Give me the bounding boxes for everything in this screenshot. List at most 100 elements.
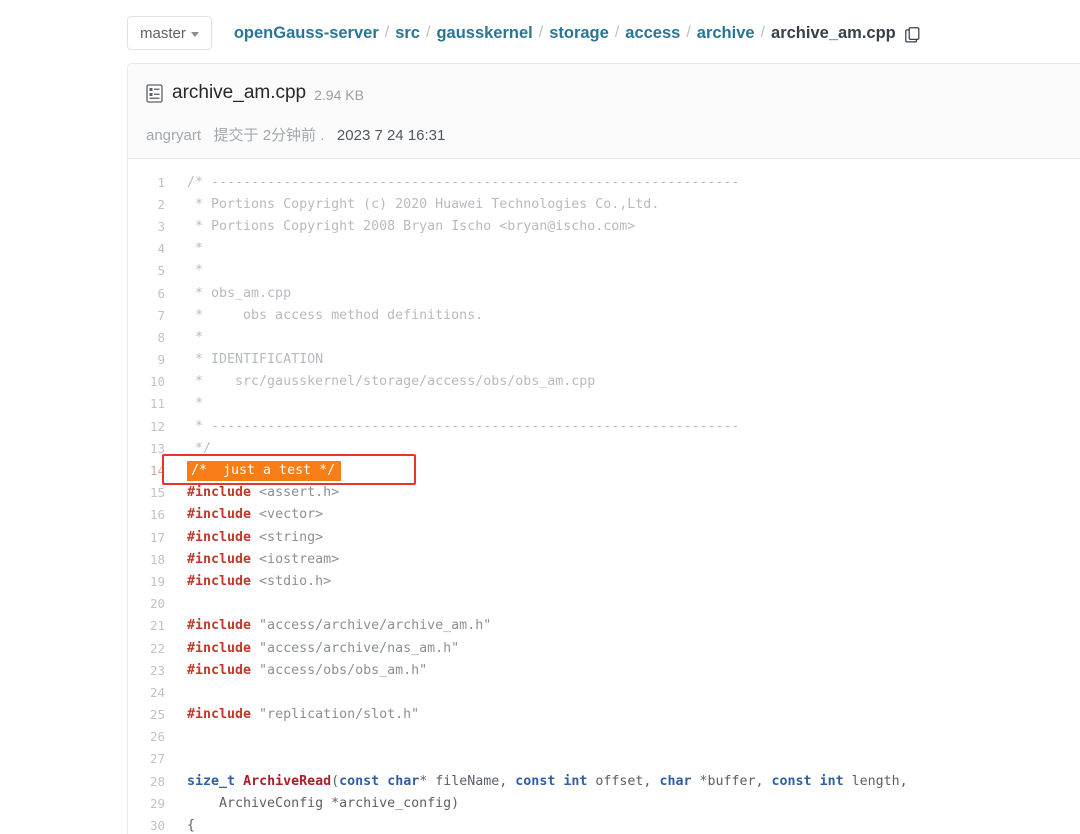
code-line: 13 */ [128, 437, 1080, 459]
line-number: 3 [157, 218, 165, 234]
branch-selector-button[interactable]: master [127, 16, 212, 50]
code-token: * Portions Copyright (c) 2020 Huawei Tec… [187, 196, 660, 212]
code-token: * [187, 329, 204, 345]
breadcrumb-path: openGauss-server / src / gausskernel / storage… [234, 24, 920, 43]
line-content: * [179, 330, 1080, 345]
line-content: * IDENTIFICATION [179, 352, 1080, 367]
code-line: 9 * IDENTIFICATION [128, 349, 1080, 371]
line-number: 18 [149, 551, 165, 567]
line-content: * Portions Copyright 2008 Bryan Ischo <b… [179, 219, 1080, 234]
breadcrumb-item-gausskernel[interactable]: gausskernel [436, 24, 532, 43]
file-size: 2.94 KB [314, 87, 364, 103]
code-token: const [339, 773, 380, 789]
code-line: 11 * [128, 393, 1080, 415]
code-token: const [515, 773, 556, 789]
line-number: 22 [149, 640, 165, 656]
breadcrumb-separator: / [538, 24, 544, 41]
line-number: 2 [157, 196, 165, 212]
line-number: 1 [157, 174, 165, 190]
line-number: 30 [149, 818, 165, 834]
code-token: "replication/slot.h" [251, 707, 420, 723]
line-content: /* -------------------------------------… [179, 175, 1080, 190]
breadcrumb-item-access[interactable]: access [625, 24, 680, 43]
line-content: #include "access/obs/obs_am.h" [179, 663, 1080, 678]
code-line: 17 #include <string> [128, 526, 1080, 548]
breadcrumb-item-archive[interactable]: archive [697, 24, 755, 43]
code-line: 5 * [128, 260, 1080, 282]
line-number: 28 [149, 773, 165, 789]
line-number: 17 [149, 529, 165, 545]
line-content: #include "replication/slot.h" [179, 707, 1080, 722]
code-line: 19 #include <stdio.h> [128, 570, 1080, 592]
line-content: #include <iostream> [179, 552, 1080, 567]
breadcrumb-item-archive-am-cpp: archive_am.cpp [771, 23, 896, 42]
breadcrumb-item-src[interactable]: src [395, 24, 420, 43]
commit-info: angryart 提交于 2分钟前 . 2023 7 24 16:31 [146, 124, 1080, 145]
code-line-highlighted: 14 /* just a test */ [128, 454, 1080, 486]
code-token: * Portions Copyright 2008 Bryan Ischo <b… [187, 218, 636, 234]
code-token: #include [187, 573, 252, 589]
code-token: * [187, 241, 204, 257]
line-content: * [179, 241, 1080, 256]
code-line: 4 * [128, 238, 1080, 260]
code-token: <string> [251, 529, 324, 545]
code-line: 1 /* ------------------------------------… [128, 171, 1080, 193]
file-document-icon [146, 83, 163, 103]
code-token: * [187, 396, 204, 412]
code-token: <iostream> [251, 551, 340, 567]
code-line: 24 [128, 681, 1080, 703]
code-token: "access/archive/archive_am.h" [251, 618, 492, 634]
code-token: #include [187, 551, 252, 567]
line-content: #include "access/archive/archive_am.h" [179, 618, 1080, 633]
code-line: 16 #include <vector> [128, 504, 1080, 526]
code-token: #include [187, 507, 252, 523]
line-number: 29 [149, 795, 165, 811]
code-token: const [771, 773, 812, 789]
line-content: { [179, 818, 1080, 833]
code-token: <assert.h> [251, 485, 340, 501]
breadcrumb-item-opengauss-server[interactable]: openGauss-server [234, 24, 379, 43]
code-token: * obs_am.cpp [187, 285, 292, 301]
page-root: master openGauss-server / src / gausskernel /… [0, 0, 1080, 834]
code-token: /* just a test */ [187, 461, 342, 482]
code-token: #include [187, 618, 252, 634]
code-token: ArchiveRead [243, 773, 332, 789]
code-token: char [387, 773, 420, 789]
line-number: 20 [149, 596, 165, 612]
line-number: 8 [157, 329, 165, 345]
code-token: ArchiveConfig *archive_config) [187, 795, 460, 811]
line-content: #include "access/archive/nas_am.h" [179, 641, 1080, 656]
code-line: 23 #include "access/obs/obs_am.h" [128, 659, 1080, 681]
code-token: int [563, 773, 588, 789]
line-number: 9 [157, 352, 165, 368]
file-card: archive_am.cpp 2.94 KB angryart 提交于 2分钟前… [127, 63, 1080, 834]
line-content: ArchiveConfig *archive_config) [179, 796, 1080, 811]
code-line: 8 * [128, 326, 1080, 348]
code-line: 6 * obs_am.cpp [128, 282, 1080, 304]
code-token: #include [187, 485, 252, 501]
code-token: /* -------------------------------------… [187, 174, 740, 190]
line-number: 5 [157, 263, 165, 279]
line-content: */ [179, 441, 1080, 456]
code-line: 25 #include "replication/slot.h" [128, 704, 1080, 726]
code-token: ( [331, 773, 340, 789]
line-content: * [179, 263, 1080, 278]
code-line: 7 * obs access method definitions. [128, 304, 1080, 326]
chevron-down-icon [190, 31, 199, 37]
code-line: 2 * Portions Copyright (c) 2020 Huawei T… [128, 193, 1080, 215]
code-token: <stdio.h> [251, 573, 332, 589]
code-token: #include [187, 662, 252, 678]
breadcrumb-item-storage[interactable]: storage [549, 24, 609, 43]
code-token: * obs access method definitions. [187, 307, 484, 323]
line-content: /* just a test */ [179, 461, 1080, 482]
line-number: 15 [149, 485, 165, 501]
code-token: "access/obs/obs_am.h" [251, 662, 428, 678]
line-content: size_t ArchiveRead(const char* fileName,… [179, 774, 1080, 789]
code-token: */ [187, 440, 212, 456]
line-number: 19 [149, 573, 165, 589]
line-number: 24 [149, 684, 165, 700]
line-number: 4 [157, 241, 165, 257]
copy-icon[interactable] [904, 27, 920, 43]
breadcrumb-separator: / [384, 24, 390, 41]
